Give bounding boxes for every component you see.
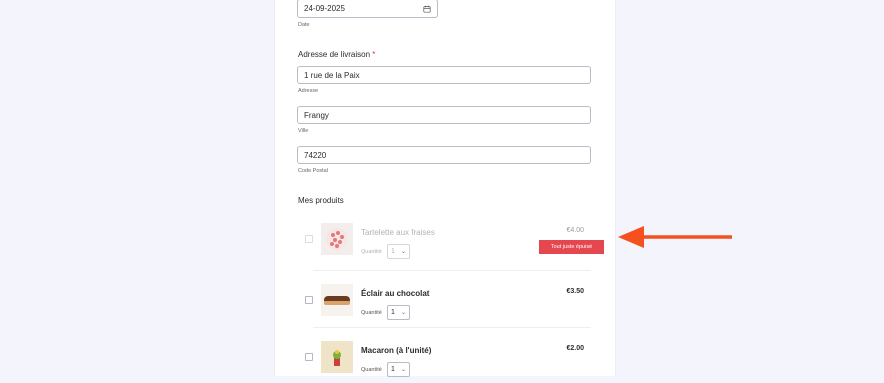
delivery-address-title: Adresse de livraison * [298, 50, 375, 59]
date-input[interactable]: 24-09-2025 [297, 0, 438, 18]
calendar-icon[interactable] [423, 5, 431, 13]
quantity-label: Quantité [361, 249, 382, 255]
quantity-select[interactable]: 1 ⌄ [387, 305, 410, 320]
chevron-down-icon: ⌄ [400, 310, 406, 316]
products-title: Mes produits [298, 196, 344, 205]
product-checkbox[interactable] [305, 235, 313, 243]
quantity-value: 1 [391, 366, 395, 373]
product-checkbox[interactable] [305, 296, 313, 304]
date-value: 24-09-2025 [304, 4, 345, 13]
quantity-label: Quantité [361, 367, 382, 373]
delivery-title-text: Adresse de livraison [298, 50, 371, 59]
postal-code-sublabel: Code Postal [298, 168, 328, 174]
quantity-value: 1 [391, 248, 395, 255]
product-image-macaron [321, 341, 353, 373]
address-input[interactable]: 1 rue de la Paix [297, 66, 591, 84]
product-item-eclair: Éclair au chocolat Quantité 1 ⌄ €3.50 [299, 276, 591, 326]
quantity-select[interactable]: 1 ⌄ [387, 362, 410, 377]
product-price: €4.00 [566, 227, 584, 234]
address-value: 1 rue de la Paix [304, 70, 360, 80]
product-checkbox[interactable] [305, 353, 313, 361]
product-item-tartelette: Tartelette aux fraises Quantité 1 ⌄ €4.0… [299, 215, 604, 265]
product-divider [313, 327, 591, 328]
chevron-down-icon: ⌄ [400, 249, 406, 255]
required-mark: * [372, 50, 376, 59]
product-name: Tartelette aux fraises [361, 228, 435, 237]
quantity-label: Quantité [361, 310, 382, 316]
product-image-tartelette [321, 223, 353, 255]
product-price: €3.50 [566, 288, 584, 295]
city-value: Frangy [304, 110, 329, 120]
quantity-value: 1 [391, 309, 395, 316]
quantity-select[interactable]: 1 ⌄ [387, 244, 410, 259]
city-input[interactable]: Frangy [297, 106, 591, 124]
postal-code-input[interactable]: 74220 [297, 146, 591, 164]
annotation-arrow-icon [618, 226, 732, 248]
product-price: €2.00 [566, 345, 584, 352]
chevron-down-icon: ⌄ [400, 367, 406, 373]
postal-code-value: 74220 [304, 150, 327, 160]
address-sublabel: Adresse [298, 88, 319, 94]
product-image-eclair [321, 284, 353, 316]
product-divider [313, 270, 591, 271]
product-name: Éclair au chocolat [361, 289, 430, 298]
city-sublabel: Ville [298, 128, 309, 134]
date-sublabel: Date [298, 22, 310, 28]
sold-out-badge: Tout juste épuisé [539, 240, 604, 254]
product-name: Macaron (à l'unité) [361, 346, 432, 355]
